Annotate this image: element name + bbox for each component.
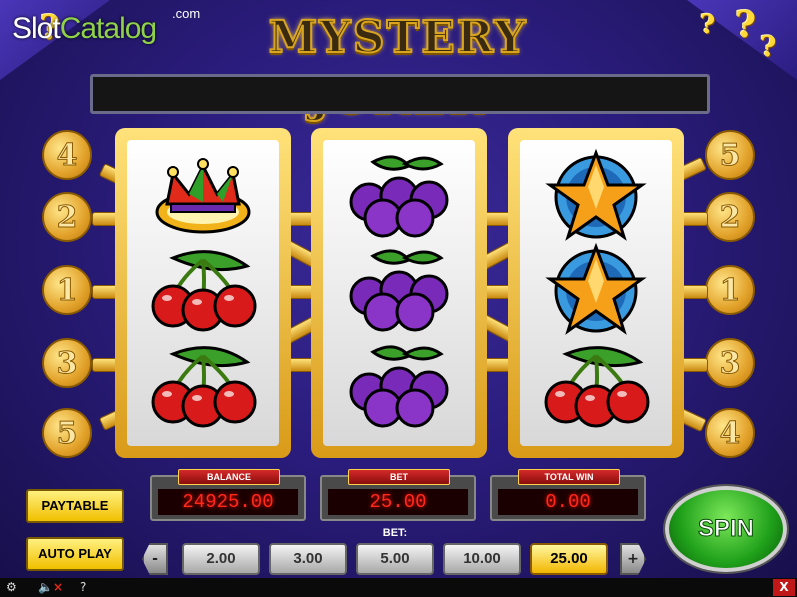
bet-option-button[interactable]: 10.00	[443, 543, 521, 575]
question-mark-icon: ?	[735, 4, 757, 46]
star-icon	[520, 240, 672, 336]
reel-2	[311, 128, 487, 458]
payline-badge-left[interactable]: 2	[42, 192, 92, 242]
payline-badge-left[interactable]: 4	[42, 130, 92, 180]
question-mark-icon: ?	[700, 10, 716, 40]
bet-option-button[interactable]: 2.00	[182, 543, 260, 575]
watermark-catalog: Catalog	[59, 12, 157, 45]
bet-label: BET	[348, 469, 450, 485]
watermark-slot: Slot	[12, 12, 61, 45]
total-win-value: 0.00	[498, 489, 638, 515]
spin-button[interactable]: SPIN	[665, 486, 787, 572]
bottom-toolbar: ⚙ 🔈× ? X	[0, 578, 797, 597]
bet-meter: BET 25.00	[320, 469, 476, 521]
total-win-meter: TOTAL WIN 0.00	[490, 469, 646, 521]
payline-badge-right[interactable]: 3	[705, 338, 755, 388]
balance-label: BALANCE	[178, 469, 280, 485]
cherries-icon	[127, 336, 279, 432]
payline-badge-left[interactable]: 3	[42, 338, 92, 388]
total-win-label: TOTAL WIN	[518, 469, 620, 485]
message-bar	[90, 74, 710, 114]
bet-increase-button[interactable]: +	[620, 543, 646, 575]
close-button[interactable]: X	[773, 579, 795, 596]
jester-crown-icon	[127, 146, 279, 242]
settings-gear-icon[interactable]: ⚙	[6, 580, 17, 595]
payline-badge-right[interactable]: 1	[705, 265, 755, 315]
reel-window	[520, 140, 672, 446]
help-button[interactable]: ?	[80, 580, 86, 595]
payline-badge-right[interactable]: 5	[705, 130, 755, 180]
cherries-icon	[127, 240, 279, 336]
payline-badge-right[interactable]: 4	[705, 408, 755, 458]
sound-muted-icon[interactable]: 🔈×	[38, 580, 63, 595]
payline-badge-right[interactable]: 2	[705, 192, 755, 242]
question-mark-icon: ?	[760, 30, 777, 63]
payline-badge-left[interactable]: 5	[42, 408, 92, 458]
bet-selector-label: BET:	[382, 527, 408, 539]
paytable-button[interactable]: PAYTABLE	[26, 489, 124, 523]
bet-option-button[interactable]: 5.00	[356, 543, 434, 575]
reel-1	[115, 128, 291, 458]
balance-meter: BALANCE 24925.00	[150, 469, 306, 521]
bet-value: 25.00	[328, 489, 468, 515]
star-icon	[520, 146, 672, 242]
autoplay-button[interactable]: AUTO PLAY	[26, 537, 124, 571]
bet-option-button[interactable]: 3.00	[269, 543, 347, 575]
plums-icon	[323, 240, 475, 336]
reel-window	[323, 140, 475, 446]
payline-badge-left[interactable]: 1	[42, 265, 92, 315]
plums-icon	[323, 336, 475, 432]
balance-value: 24925.00	[158, 489, 298, 515]
cherries-icon	[520, 336, 672, 432]
bet-decrease-button[interactable]: -	[142, 543, 168, 575]
watermark-logo: SlotCatalog .com	[12, 6, 200, 52]
reel-window	[127, 140, 279, 446]
plums-icon	[323, 146, 475, 242]
bet-option-button-selected[interactable]: 25.00	[530, 543, 608, 575]
game-title: MYSTERY JOKER	[268, 11, 528, 124]
reel-3	[508, 128, 684, 458]
game-stage: ? ? ? ? SlotCatalog .com MYSTERY JOKER 4…	[0, 0, 797, 597]
